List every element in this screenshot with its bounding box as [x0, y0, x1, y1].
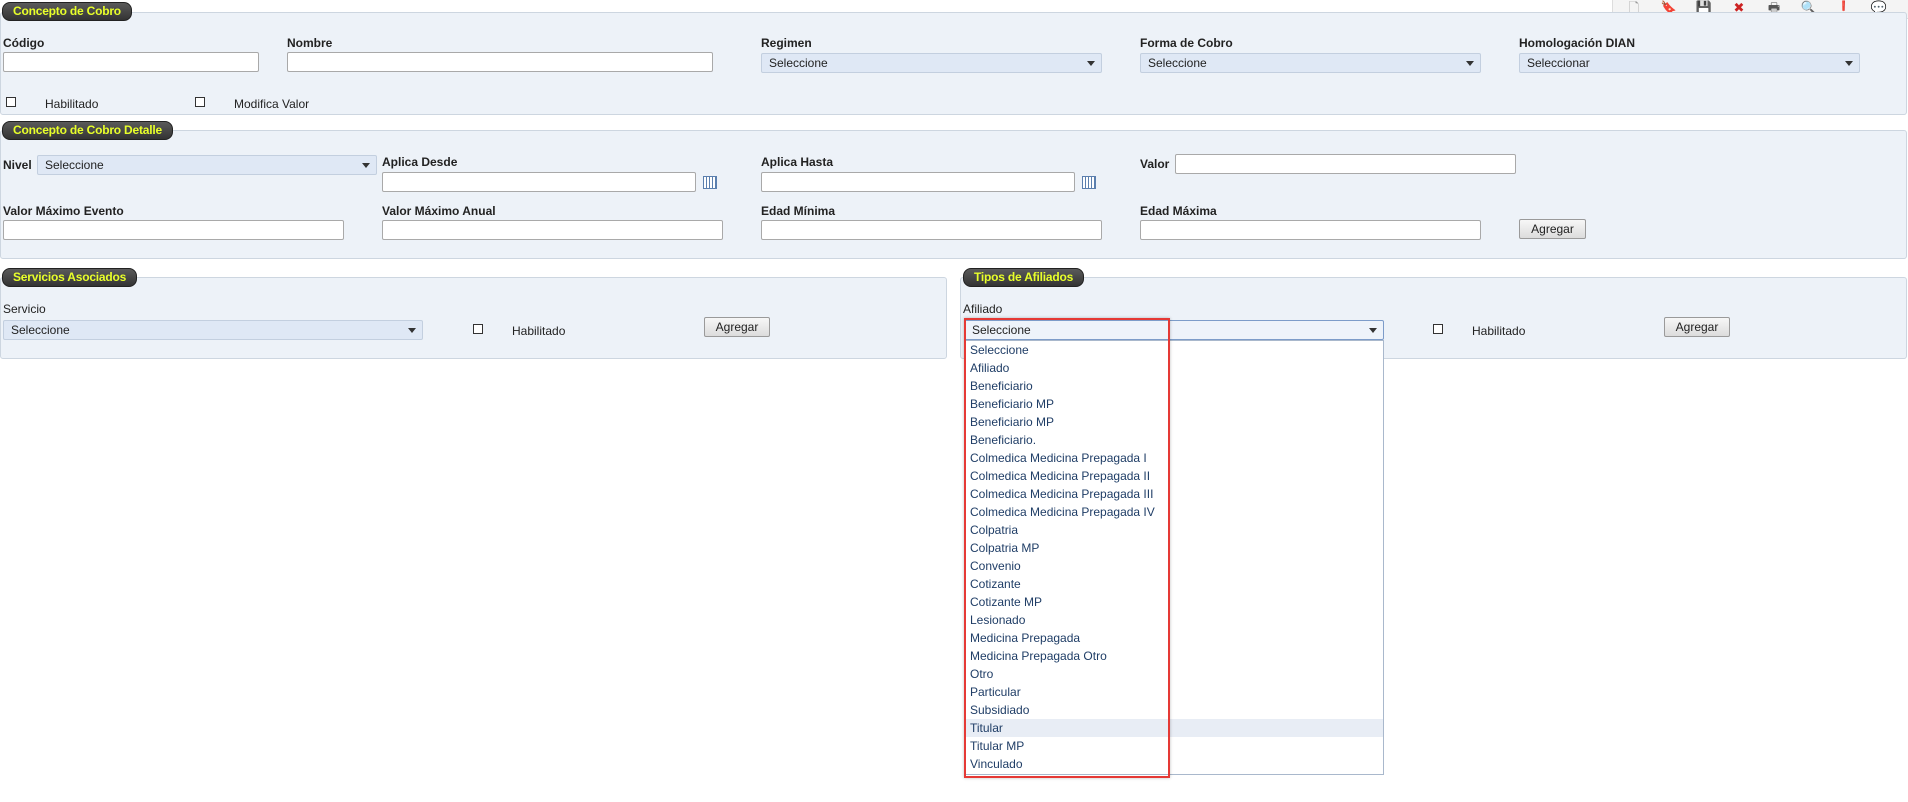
dropdown-option[interactable]: Beneficiario MP [965, 413, 1383, 431]
regimen-value: Seleccione [769, 56, 828, 70]
afiliado-habilitado-label: Habilitado [1472, 324, 1526, 338]
forma-cobro-value: Seleccione [1148, 56, 1207, 70]
dropdown-option[interactable]: Colmedica Medicina Prepagada III [965, 485, 1383, 503]
homologacion-value: Seleccionar [1527, 56, 1590, 70]
modifica-valor-label: Modifica Valor [234, 97, 310, 111]
chevron-down-icon [408, 328, 416, 333]
valor-max-evento-label: Valor Máximo Evento [3, 204, 124, 218]
dropdown-option[interactable]: Cotizante [965, 575, 1383, 593]
afiliado-habilitado-checkbox[interactable] [1433, 324, 1443, 334]
homologacion-label: Homologación DIAN [1519, 36, 1635, 50]
dropdown-option[interactable]: Beneficiario. [965, 431, 1383, 449]
nombre-input[interactable] [287, 52, 713, 72]
dropdown-option[interactable]: Beneficiario MP [965, 395, 1383, 413]
concepto-cobro-legend: Concepto de Cobro [2, 2, 132, 21]
regimen-label: Regimen [761, 36, 812, 50]
servicio-select[interactable]: Seleccione [3, 320, 423, 340]
valor-label: Valor [1140, 157, 1170, 171]
afiliado-value: Seleccione [972, 323, 1031, 337]
calendar-icon[interactable] [703, 176, 717, 189]
dropdown-option[interactable]: Cotizante MP [965, 593, 1383, 611]
edad-minima-label: Edad Mínima [761, 204, 836, 218]
dropdown-option[interactable]: Vinculado [965, 755, 1383, 773]
servicios-legend: Servicios Asociados [2, 268, 138, 287]
valor-max-anual-input[interactable] [382, 220, 723, 240]
nivel-label: Nivel [3, 158, 32, 172]
habilitado-label: Habilitado [45, 97, 99, 111]
habilitado-checkbox[interactable] [6, 97, 16, 107]
edad-minima-input[interactable] [761, 220, 1102, 240]
chevron-down-icon [1369, 328, 1377, 333]
aplica-desde-input[interactable] [382, 172, 696, 192]
chevron-down-icon [362, 163, 370, 168]
valor-max-evento-input[interactable] [3, 220, 344, 240]
detalle-legend: Concepto de Cobro Detalle [2, 121, 174, 140]
aplica-hasta-input[interactable] [761, 172, 1075, 192]
forma-cobro-select[interactable]: Seleccione [1140, 53, 1481, 73]
codigo-input[interactable] [3, 52, 259, 72]
valor-input[interactable] [1175, 154, 1516, 174]
dropdown-option[interactable]: Particular [965, 683, 1383, 701]
dropdown-option[interactable]: Otro [965, 665, 1383, 683]
aplica-hasta-label: Aplica Hasta [761, 155, 834, 169]
afiliado-label: Afiliado [963, 302, 1003, 316]
valor-max-anual-label: Valor Máximo Anual [382, 204, 496, 218]
codigo-label: Código [3, 36, 45, 50]
dropdown-option[interactable]: Colpatria MP [965, 539, 1383, 557]
forma-cobro-label: Forma de Cobro [1140, 36, 1233, 50]
dropdown-option[interactable]: Beneficiario [965, 377, 1383, 395]
calendar-icon[interactable] [1082, 176, 1096, 189]
dropdown-option[interactable]: Titular [965, 719, 1383, 737]
nivel-select[interactable]: Seleccione [37, 155, 377, 175]
afiliado-select[interactable]: Seleccione [964, 320, 1384, 340]
homologacion-select[interactable]: Seleccionar [1519, 53, 1860, 73]
servicios-panel [0, 277, 947, 359]
dropdown-option[interactable]: Convenio [965, 557, 1383, 575]
nivel-value: Seleccione [45, 158, 104, 172]
servicio-agregar-button[interactable]: Agregar [704, 317, 770, 337]
detalle-agregar-button[interactable]: Agregar [1519, 219, 1586, 239]
chevron-down-icon [1845, 61, 1853, 66]
nombre-label: Nombre [287, 36, 333, 50]
servicio-habilitado-checkbox[interactable] [473, 324, 483, 334]
dropdown-option[interactable]: Seleccione [965, 341, 1383, 359]
dropdown-option[interactable]: Colmedica Medicina Prepagada IV [965, 503, 1383, 521]
dropdown-option[interactable]: Lesionado [965, 611, 1383, 629]
dropdown-option[interactable]: Afiliado [965, 359, 1383, 377]
aplica-desde-label: Aplica Desde [382, 155, 458, 169]
servicio-value: Seleccione [11, 323, 70, 337]
dropdown-option[interactable]: Medicina Prepagada Otro [965, 647, 1383, 665]
edad-maxima-input[interactable] [1140, 220, 1481, 240]
dropdown-option[interactable]: Titular MP [965, 737, 1383, 755]
dropdown-option[interactable]: Colmedica Medicina Prepagada II [965, 467, 1383, 485]
dropdown-option[interactable]: Medicina Prepagada [965, 629, 1383, 647]
chevron-down-icon [1087, 61, 1095, 66]
dropdown-option[interactable]: Colmedica Medicina Prepagada I [965, 449, 1383, 467]
afiliado-agregar-button[interactable]: Agregar [1664, 317, 1730, 337]
servicio-habilitado-label: Habilitado [512, 324, 566, 338]
dropdown-option[interactable]: Subsidiado [965, 701, 1383, 719]
chevron-down-icon [1466, 61, 1474, 66]
dropdown-option[interactable]: Colpatria [965, 521, 1383, 539]
edad-maxima-label: Edad Máxima [1140, 204, 1217, 218]
tipos-afiliados-legend: Tipos de Afiliados [963, 268, 1085, 287]
regimen-select[interactable]: Seleccione [761, 53, 1102, 73]
afiliado-dropdown-list[interactable]: Seleccione Afiliado Beneficiario Beneficiar… [964, 340, 1384, 775]
modifica-valor-checkbox[interactable] [195, 97, 205, 107]
servicio-label: Servicio [3, 302, 46, 316]
